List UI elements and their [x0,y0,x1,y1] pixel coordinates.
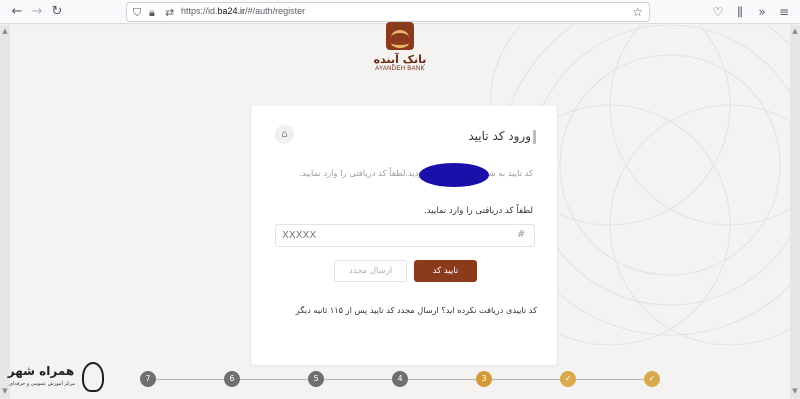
verification-card: ⌂ ورود کد تایید کد تایید به شماره تلفن ا… [251,106,557,365]
bank-name-en: AYANDEH BANK [375,66,425,72]
step-5: 5 [308,371,324,387]
resend-timer-note: کد تاییدی دریافت نکرده اید؟ ارسال مجدد ک… [295,305,537,315]
menu-icon[interactable]: ≡ [776,3,792,21]
bookmark-star-icon[interactable]: ☆ [632,4,643,21]
step-connector [156,379,224,380]
watermark: همراه شهر مرکز آموزش عمومی و حرفه‌ای [2,362,104,398]
step-connector [240,379,308,380]
step-7: 7 [140,371,156,387]
reload-icon[interactable]: ↻ [48,3,66,21]
address-bar[interactable]: ⛉ 🔒︎ ⇄ https://id.ba24.ir/#/auth/registe… [126,2,650,22]
step-connector [324,379,392,380]
bank-logo-icon [386,22,414,50]
shield-icon[interactable]: ⛉ [133,4,141,21]
url-text: https://id.ba24.ir/#/auth/register [181,6,306,16]
pocket-icon[interactable]: ♡ [710,3,726,21]
step-4: 4 [392,371,408,387]
browser-toolbar: ← → ↻ ⛉ 🔒︎ ⇄ https://id.ba24.ir/#/auth/r… [0,0,800,24]
step-connector [576,379,644,380]
lock-icon[interactable]: 🔒︎ [149,4,155,21]
watermark-subtitle: مرکز آموزش عمومی و حرفه‌ای [8,381,76,387]
step-3: 3 [476,371,492,387]
step-connector [492,379,560,380]
permissions-icon[interactable]: ⇄ [165,4,174,21]
title-accent-bar [533,130,536,144]
hash-icon: # [517,229,526,240]
bank-name-fa: بانک آینده [373,53,427,66]
verification-code-input[interactable] [275,224,535,247]
watermark-title: همراه شهر [7,364,75,378]
confirm-code-button[interactable]: تایید کد [414,260,477,282]
verification-description: کد تایید به شماره تلفن ارسال گردید.لطفاً… [299,168,533,178]
overflow-chevron-icon[interactable]: » [754,3,770,21]
scroll-down-icon[interactable]: ▼ [791,387,799,395]
step-2-check-icon: ✓ [560,371,576,387]
code-field-label: لطفاً کد دریافتی را وارد نمایید. [423,206,533,216]
card-title: ورود کد تایید [468,129,531,143]
step-6: 6 [224,371,240,387]
bank-logo: بانک آینده AYANDEH BANK [366,22,434,72]
scroll-up-icon[interactable]: ▲ [791,27,799,35]
step-1-check-icon: ✓ [644,371,660,387]
library-icon[interactable]: ⫼ [732,3,748,21]
progress-steps: 7 6 5 4 3 ✓ ✓ [140,371,660,389]
watermark-logo-icon [82,362,104,392]
scroll-up-icon[interactable]: ▲ [1,27,9,35]
home-icon[interactable]: ⌂ [275,125,294,144]
back-arrow-icon[interactable]: ← [8,3,26,21]
forward-arrow-icon[interactable]: → [28,3,46,21]
left-scrollbar[interactable]: ▲ ▼ [0,25,10,399]
redacted-phone-number [419,163,489,187]
step-connector [408,379,476,380]
right-scrollbar[interactable]: ▲ ▼ [790,25,800,399]
resend-code-button[interactable]: ارسال مجدد [334,260,407,282]
